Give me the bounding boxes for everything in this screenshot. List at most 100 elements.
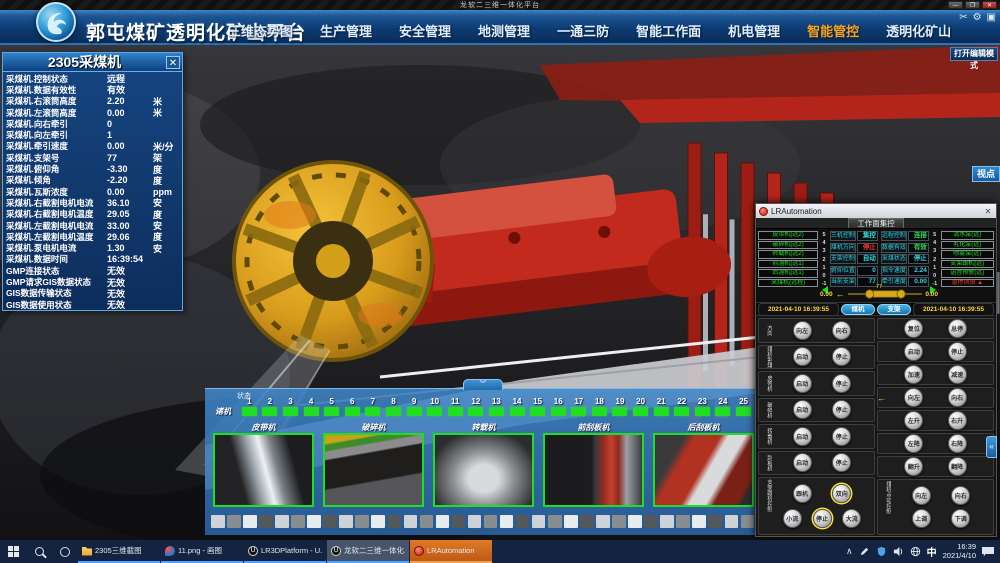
taskbar-item-LR3DPlatform - U...[interactable]: ULR3DPlatform - U...: [244, 540, 326, 563]
device-button-乳化泵(远)[interactable]: 乳化泵(远): [941, 241, 995, 250]
maximize-button[interactable]: ❐: [965, 1, 980, 9]
device-button-喷雾泵(远)[interactable]: 喷雾泵(远): [941, 250, 995, 259]
channel-indicator[interactable]: [530, 407, 545, 416]
control-button-向右[interactable]: 向右: [832, 321, 851, 340]
channel-indicator[interactable]: [386, 407, 401, 416]
network-globe-icon[interactable]: [910, 546, 921, 557]
filmstrip-frame[interactable]: [564, 515, 578, 528]
shield-icon[interactable]: [876, 546, 887, 557]
channel-indicator[interactable]: [489, 407, 504, 416]
control-button-停止[interactable]: 停止: [832, 453, 851, 472]
filmstrip-frame[interactable]: [516, 515, 530, 528]
control-button-停止[interactable]: 停止: [832, 347, 851, 366]
device-button-语音预警(远)[interactable]: 语音预警(远): [941, 269, 995, 278]
taskbar-clock[interactable]: 16:39 2021/4/10: [943, 543, 976, 560]
control-button-向左[interactable]: 向左: [793, 321, 812, 340]
filmstrip-frame[interactable]: [275, 515, 289, 528]
control-button-上调[interactable]: 上调: [912, 509, 931, 528]
channel-indicator[interactable]: [612, 407, 627, 416]
taskbar-search-button[interactable]: [26, 540, 52, 563]
nav-item-地测管理[interactable]: 地测管理: [478, 21, 530, 40]
camera-thumbnail-皮带机[interactable]: [213, 433, 314, 507]
nav-item-三维态势图[interactable]: 三维态势图: [228, 21, 293, 40]
filmstrip-frame[interactable]: [676, 515, 690, 528]
speaker-icon[interactable]: [893, 546, 904, 557]
filmstrip-frame[interactable]: [307, 515, 321, 528]
control-button-加速[interactable]: 加速: [904, 365, 923, 384]
control-button-停止[interactable]: 停止: [832, 374, 851, 393]
channel-indicator[interactable]: [510, 407, 525, 416]
filmstrip-frame[interactable]: [708, 515, 722, 528]
close-icon[interactable]: ✕: [983, 207, 993, 216]
nav-item-一通三防[interactable]: 一通三防: [557, 21, 609, 40]
channel-indicator[interactable]: [283, 407, 298, 416]
filmstrip-frame[interactable]: [227, 515, 241, 528]
nav-item-机电管理[interactable]: 机电管理: [728, 21, 780, 40]
control-button-向右[interactable]: 向右: [948, 388, 967, 407]
filmstrip-frame[interactable]: [339, 515, 353, 528]
device-button-采煤机(远程)[interactable]: 采煤机(远程): [758, 279, 818, 288]
taskbar-item-2305三维截图[interactable]: 2305三维截图: [78, 540, 160, 563]
channel-indicator[interactable]: [715, 407, 730, 416]
pill-button-left[interactable]: 煤机: [841, 304, 875, 315]
channel-indicator[interactable]: [427, 407, 442, 416]
minimize-button[interactable]: —: [948, 1, 963, 9]
control-button-总停[interactable]: 总停: [948, 319, 967, 338]
collapse-chevron-icon[interactable]: «: [986, 436, 997, 458]
control-button-启动[interactable]: 启动: [793, 347, 812, 366]
filmstrip-frame[interactable]: [548, 515, 562, 528]
nav-item-透明化矿山[interactable]: 透明化矿山: [886, 21, 951, 40]
ime-indicator[interactable]: 中: [927, 544, 937, 559]
control-button-停止[interactable]: 停止: [813, 509, 832, 528]
lra-tab-workface-control[interactable]: 工作面集控: [848, 218, 904, 228]
nav-item-生产管理[interactable]: 生产管理: [320, 21, 372, 40]
camera-thumbnail-转载机[interactable]: [433, 433, 534, 507]
control-button-翻降[interactable]: 翻降: [948, 457, 967, 476]
filmstrip-frame[interactable]: [420, 515, 434, 528]
filmstrip-frame[interactable]: [532, 515, 546, 528]
nav-item-智能工作面[interactable]: 智能工作面: [636, 21, 701, 40]
control-button-停止[interactable]: 停止: [832, 400, 851, 419]
channel-indicator[interactable]: [262, 407, 277, 416]
channel-indicator[interactable]: [654, 407, 669, 416]
control-button-双向[interactable]: 双向: [832, 484, 851, 503]
start-button[interactable]: [0, 540, 26, 563]
control-button-减速[interactable]: 减速: [948, 365, 967, 384]
device-button-转载机(远2)[interactable]: 转载机(远2): [758, 250, 818, 259]
pill-button-right[interactable]: 支架: [877, 304, 911, 315]
channel-indicator[interactable]: [551, 407, 566, 416]
nav-item-安全管理[interactable]: 安全管理: [399, 21, 451, 40]
device-button-急停闭锁 ▲[interactable]: 急停闭锁 ▲: [941, 279, 995, 288]
close-icon[interactable]: ✕: [166, 56, 180, 69]
control-button-大流[interactable]: 大流: [842, 509, 861, 528]
channel-indicator[interactable]: [695, 407, 710, 416]
filmstrip-frame[interactable]: [725, 515, 739, 528]
control-button-复位[interactable]: 复位: [904, 319, 923, 338]
control-button-启动[interactable]: 启动: [793, 400, 812, 419]
channel-indicator[interactable]: [345, 407, 360, 416]
filmstrip-frame[interactable]: [741, 515, 755, 528]
device-button-支架跟机(远)[interactable]: 支架跟机(远): [941, 260, 995, 269]
filmstrip-frame[interactable]: [355, 515, 369, 528]
control-button-右降[interactable]: 右降: [948, 434, 967, 453]
filmstrip-frame[interactable]: [660, 515, 674, 528]
channel-indicator[interactable]: [324, 407, 339, 416]
device-button-破碎机(远2)[interactable]: 破碎机(远2): [758, 241, 818, 250]
filmstrip-frame[interactable]: [323, 515, 337, 528]
control-button-启动[interactable]: 启动: [793, 427, 812, 446]
control-button-停止[interactable]: 停止: [948, 342, 967, 361]
cortana-button[interactable]: [52, 540, 78, 563]
filmstrip-frame[interactable]: [243, 515, 257, 528]
filmstrip-frame[interactable]: [436, 515, 450, 528]
pen-icon[interactable]: [859, 546, 870, 557]
channel-indicator[interactable]: [242, 407, 257, 416]
filmstrip-frame[interactable]: [468, 515, 482, 528]
control-button-向右[interactable]: 向右: [951, 486, 970, 505]
filmstrip-frame[interactable]: [644, 515, 658, 528]
camera-thumbnail-后刮板机[interactable]: [653, 433, 754, 507]
device-button-后溜机(远1)[interactable]: 后溜机(远1): [758, 269, 818, 278]
control-button-跟机[interactable]: 跟机: [793, 484, 812, 503]
control-button-右升[interactable]: 右升: [948, 411, 967, 430]
filmstrip-frame[interactable]: [628, 515, 642, 528]
panel-collapse-chevron-icon[interactable]: ︾: [463, 379, 503, 390]
